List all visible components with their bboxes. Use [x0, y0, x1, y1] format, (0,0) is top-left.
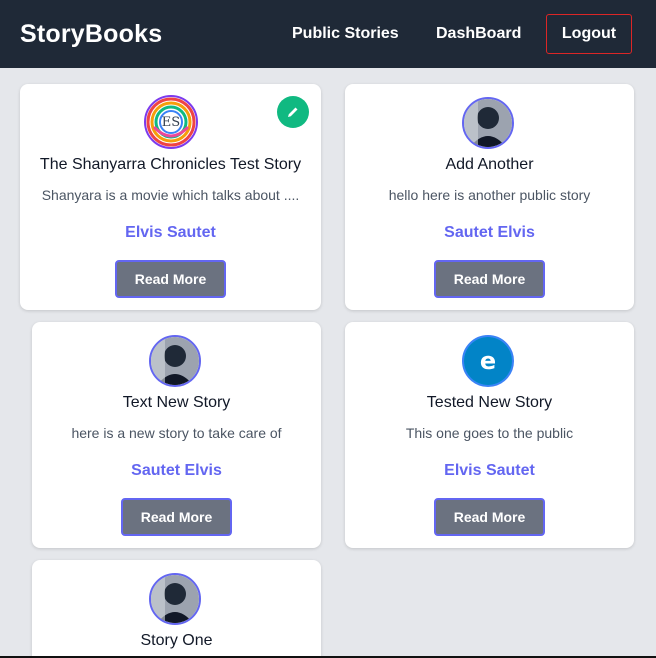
story-excerpt: hello here is another public story: [388, 187, 591, 203]
edit-story-button[interactable]: [277, 96, 309, 128]
story-excerpt: Shanyara is a movie which talks about ..…: [41, 187, 300, 203]
story-title: Text New Story: [122, 394, 231, 411]
avatar-letter: e: [480, 347, 496, 375]
brand-logo[interactable]: StoryBooks: [20, 20, 162, 49]
author-avatar: e: [462, 335, 514, 387]
story-author[interactable]: Elvis Sautet: [345, 462, 634, 480]
story-title: Tested New Story: [426, 394, 553, 411]
logout-button[interactable]: Logout: [546, 14, 632, 54]
story-card: ES The Shanyarra Chronicles Test Story S…: [20, 84, 321, 310]
navbar: StoryBooks Public Stories DashBoard Logo…: [0, 0, 656, 68]
read-more-button[interactable]: Read More: [121, 498, 232, 536]
author-avatar: [149, 573, 201, 625]
story-title: Add Another: [445, 156, 534, 173]
story-card: Add Another hello here is another public…: [345, 84, 634, 310]
story-title: The Shanyarra Chronicles Test Story: [39, 156, 302, 173]
story-author[interactable]: Elvis Sautet: [20, 224, 321, 242]
story-excerpt: here is a new story to take care of: [71, 425, 282, 441]
pencil-icon: [288, 107, 298, 117]
story-card: Story One: [32, 560, 321, 658]
nav-public-stories[interactable]: Public Stories: [292, 25, 399, 43]
story-card: e Tested New Story This one goes to the …: [345, 322, 634, 548]
story-author[interactable]: Sautet Elvis: [345, 224, 634, 242]
avatar-initials: ES: [162, 115, 180, 130]
story-excerpt: This one goes to the public: [405, 425, 574, 441]
nav-dashboard[interactable]: DashBoard: [436, 25, 521, 43]
story-title: Story One: [140, 632, 213, 649]
story-author[interactable]: Sautet Elvis: [32, 462, 321, 480]
read-more-button[interactable]: Read More: [434, 498, 545, 536]
author-avatar: [462, 97, 514, 149]
story-card: Text New Story here is a new story to ta…: [32, 322, 321, 548]
read-more-button[interactable]: Read More: [115, 260, 226, 298]
author-avatar: [149, 335, 201, 387]
read-more-button[interactable]: Read More: [434, 260, 545, 298]
author-avatar: ES: [144, 95, 198, 149]
